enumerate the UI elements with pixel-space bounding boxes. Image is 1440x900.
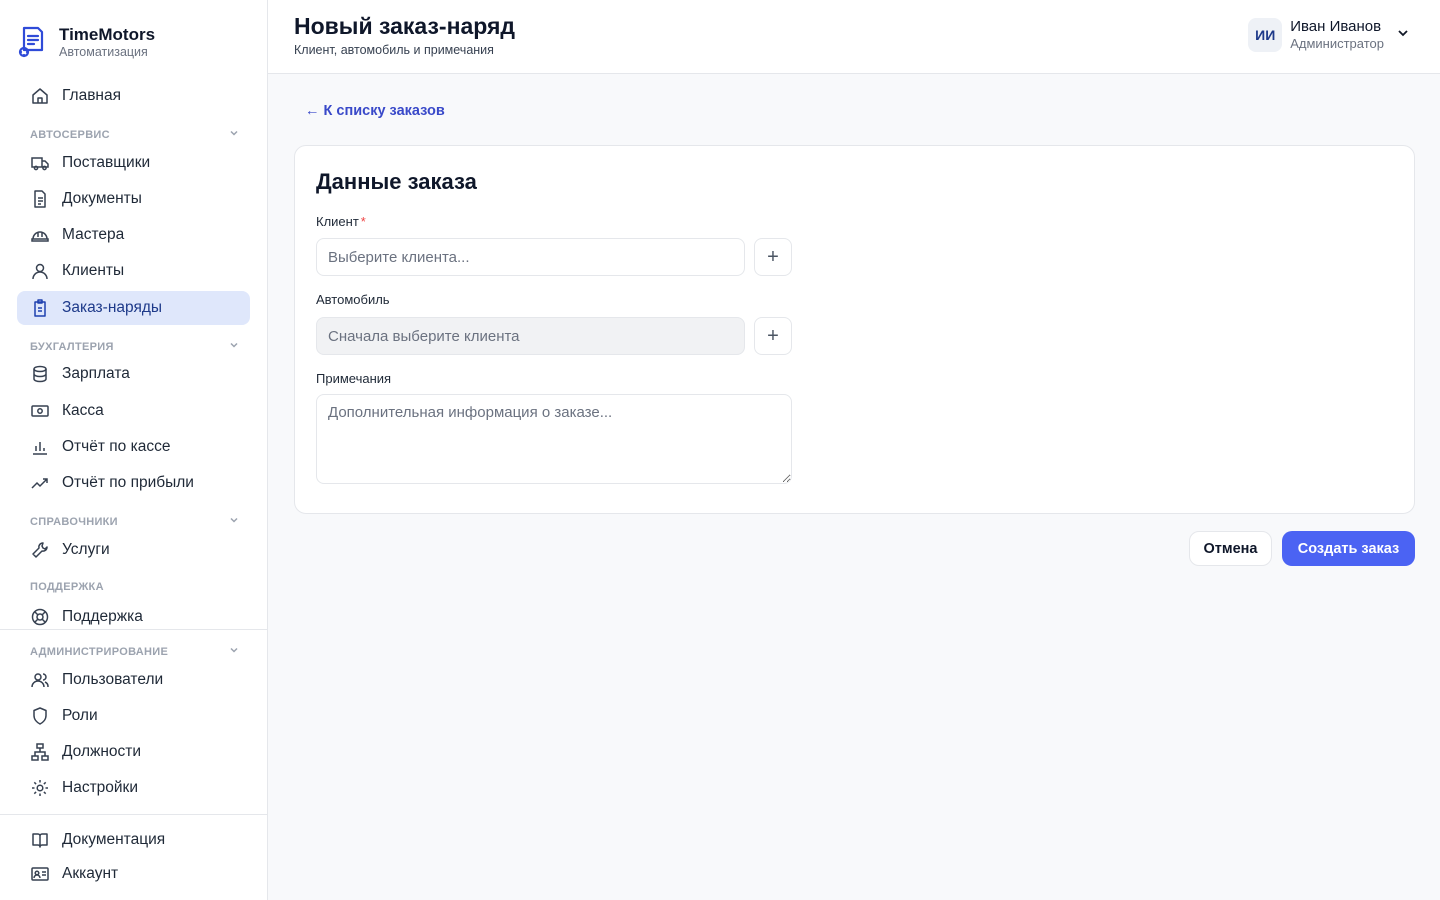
sidebar-item-label: Документация [62,831,166,848]
client-label-text: Клиент [316,214,359,229]
sidebar-item-orders[interactable]: Заказ-наряды [17,291,250,325]
sidebar-divider [0,629,267,630]
section-references[interactable]: СПРАВОЧНИКИ [30,514,240,529]
sidebar-item-settings[interactable]: Настройки [17,771,250,805]
truck-icon [30,153,50,173]
back-to-orders-link[interactable]: ← К списку заказов [305,103,445,119]
clipboard-icon [30,298,50,318]
card-title: Данные заказа [316,169,477,194]
section-label: АВТОСЕРВИС [30,128,110,141]
sidebar-item-documents[interactable]: Документы [17,182,250,216]
section-label: БУХГАЛТЕРИЯ [30,340,114,353]
chevron-down-icon [228,644,240,659]
add-client-button[interactable]: + [754,238,792,276]
brand-name: TimeMotors [59,25,156,44]
car-label: Автомобиль [316,292,390,307]
page-title: Новый заказ-наряд [294,13,516,39]
sidebar-item-label: Отчёт по кассе [62,438,171,455]
section-admin[interactable]: АДМИНИСТРИРОВАНИЕ [30,644,240,659]
sidebar-item-label: Документы [62,190,142,207]
required-mark: * [360,214,366,229]
sidebar-item-cash[interactable]: Касса [17,394,250,428]
sidebar-item-label: Должности [62,743,142,760]
chevron-down-icon [228,339,240,354]
sidebar-item-services[interactable]: Услуги [17,533,250,567]
section-support: ПОДДЕРЖКА [30,581,240,593]
sidebar-item-label: Поддержка [62,608,143,625]
users-icon [30,670,50,690]
sidebar-item-label: Отчёт по прибыли [62,474,194,491]
home-icon [30,86,50,106]
sidebar-item-salary[interactable]: Зарплата [17,357,250,391]
wrench-icon [30,540,50,560]
banknote-icon [30,401,50,421]
user-name: Иван Иванов [1290,18,1382,35]
sidebar-divider [0,814,267,815]
sidebar-item-label: Услуги [62,541,110,558]
lifebuoy-icon [30,607,50,627]
sidebar-item-label: Аккаунт [62,865,119,882]
hierarchy-icon [30,742,50,762]
section-label: АДМИНИСТРИРОВАНИЕ [30,645,169,658]
sidebar-item-label: Заказ-наряды [62,299,163,316]
sidebar-item-label: Главная [62,87,121,104]
sidebar-item-roles[interactable]: Роли [17,699,250,733]
add-car-button[interactable]: + [754,317,792,355]
sidebar-item-docs[interactable]: Документация [17,823,250,857]
sidebar-item-suppliers[interactable]: Поставщики [17,146,250,180]
sidebar-item-label: Роли [62,707,98,724]
sidebar-item-label: Касса [62,402,104,419]
sidebar-item-account[interactable]: Аккаунт [17,857,250,891]
shield-icon [30,706,50,726]
sidebar-item-label: Мастера [62,226,125,243]
client-label: Клиент * [316,214,366,229]
sidebar-item-label: Клиенты [62,262,125,279]
order-data-card: Данные заказа Клиент* + Автомобиль + При… [294,145,1415,514]
create-order-button[interactable]: Создать заказ [1282,531,1415,566]
user-role: Администратор [1290,36,1384,51]
trending-up-icon [30,473,50,493]
section-label: СПРАВОЧНИКИ [30,515,118,528]
sidebar-item-home[interactable]: Главная [17,79,250,113]
sidebar-item-clients[interactable]: Клиенты [17,254,250,288]
sidebar-item-label: Пользователи [62,671,164,688]
hardhat-icon [30,225,50,245]
sidebar-item-profit-report[interactable]: Отчёт по прибыли [17,466,250,500]
chevron-down-icon [1396,26,1410,45]
chevron-down-icon [228,514,240,529]
gear-icon [30,778,50,798]
section-autoservice[interactable]: АВТОСЕРВИС [30,127,240,142]
book-icon [30,830,50,850]
cancel-button[interactable]: Отмена [1189,531,1272,566]
top-header: Новый заказ-наряд Клиент, автомобиль и п… [268,0,1440,74]
section-accounting[interactable]: БУХГАЛТЕРИЯ [30,339,240,354]
document-icon [30,189,50,209]
logo-icon [18,26,44,58]
brand-subtitle: Автоматизация [59,45,148,59]
notes-label: Примечания [316,371,392,386]
avatar: ИИ [1248,18,1283,52]
chevron-down-icon [228,127,240,142]
database-icon [30,364,50,384]
bar-chart-icon [30,437,50,457]
sidebar-item-masters[interactable]: Мастера [17,218,250,252]
sidebar-item-cash-report[interactable]: Отчёт по кассе [17,430,250,464]
notes-textarea[interactable] [316,394,792,484]
car-select-input[interactable] [316,317,745,355]
sidebar-item-label: Поставщики [62,154,151,171]
sidebar: TimeMotors Автоматизация Главная АВТОСЕР… [0,0,268,900]
sidebar-item-label: Зарплата [62,365,130,382]
user-menu[interactable]: ИИ Иван Иванов Администратор [1248,18,1410,52]
brand[interactable]: TimeMotors Автоматизация [16,24,155,60]
user-icon [30,261,50,281]
sidebar-item-label: Настройки [62,779,139,796]
section-label: ПОДДЕРЖКА [30,581,104,593]
page-subtitle: Клиент, автомобиль и примечания [294,43,494,57]
id-card-icon [30,864,50,884]
client-select-input[interactable] [316,238,745,276]
sidebar-item-users[interactable]: Пользователи [17,663,250,697]
sidebar-item-positions[interactable]: Должности [17,735,250,769]
